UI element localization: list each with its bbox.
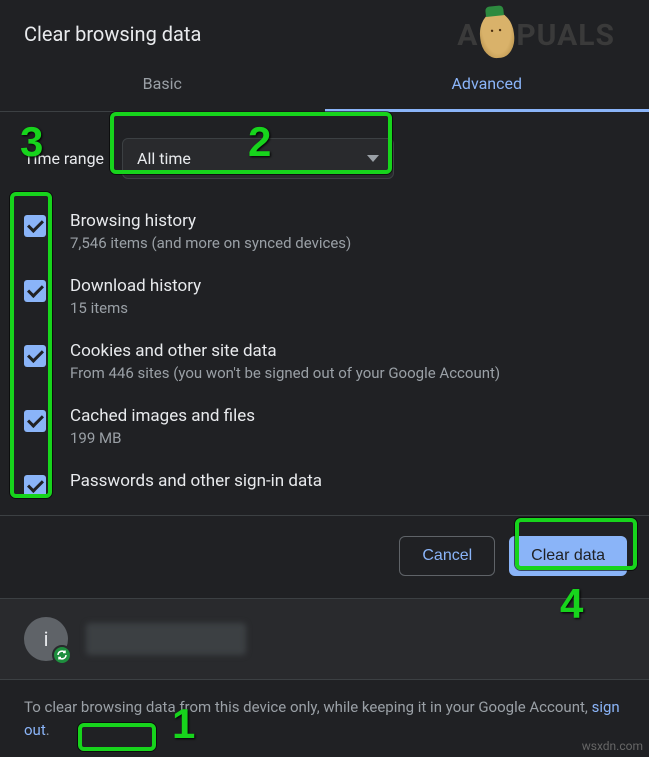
- checkbox-cached[interactable]: [24, 410, 46, 432]
- avatar-wrap: i: [24, 617, 68, 661]
- option-passwords: Passwords and other sign-in data: [24, 463, 625, 513]
- account-section: i: [0, 598, 649, 680]
- chevron-down-icon: [367, 155, 379, 162]
- time-range-select[interactable]: All time: [122, 138, 394, 179]
- dialog-footer: Cancel Clear data: [0, 515, 649, 598]
- option-title: Cookies and other site data: [70, 341, 500, 361]
- dialog-title: Clear browsing data: [0, 0, 649, 60]
- option-subtitle: 199 MB: [70, 429, 255, 447]
- tab-bar: Basic Advanced: [0, 60, 649, 112]
- option-title: Browsing history: [70, 211, 351, 231]
- checkbox-browsing-history[interactable]: [24, 215, 46, 237]
- option-subtitle: 7,546 items (and more on synced devices): [70, 234, 351, 252]
- dialog-body: Time range All time Browsing history 7,5…: [0, 112, 649, 513]
- checkbox-passwords[interactable]: [24, 475, 46, 497]
- notice-post: .: [46, 721, 50, 739]
- sync-icon: [52, 645, 72, 665]
- option-cookies: Cookies and other site data From 446 sit…: [24, 333, 625, 398]
- time-range-value: All time: [137, 149, 191, 168]
- account-name-redacted: [86, 623, 246, 655]
- option-subtitle: From 446 sites (you won't be signed out …: [70, 364, 500, 382]
- tab-advanced[interactable]: Advanced: [325, 60, 649, 111]
- time-range-label: Time range: [24, 149, 104, 168]
- option-cached: Cached images and files 199 MB: [24, 398, 625, 463]
- tab-basic[interactable]: Basic: [0, 60, 325, 111]
- option-title: Cached images and files: [70, 406, 255, 426]
- notice-text: To clear browsing data from this device …: [0, 680, 649, 757]
- checkbox-download-history[interactable]: [24, 280, 46, 302]
- notice-pre: To clear browsing data from this device …: [24, 698, 592, 716]
- time-range-row: Time range All time: [24, 138, 625, 179]
- option-subtitle: 15 items: [70, 299, 201, 317]
- cancel-button[interactable]: Cancel: [399, 536, 495, 576]
- option-browsing-history: Browsing history 7,546 items (and more o…: [24, 203, 625, 268]
- clear-browsing-data-dialog: Clear browsing data Basic Advanced Time …: [0, 0, 649, 757]
- option-title: Passwords and other sign-in data: [70, 471, 322, 491]
- option-download-history: Download history 15 items: [24, 268, 625, 333]
- checkbox-cookies[interactable]: [24, 345, 46, 367]
- option-title: Download history: [70, 276, 201, 296]
- options-list: Browsing history 7,546 items (and more o…: [24, 203, 625, 513]
- clear-data-button[interactable]: Clear data: [509, 536, 627, 576]
